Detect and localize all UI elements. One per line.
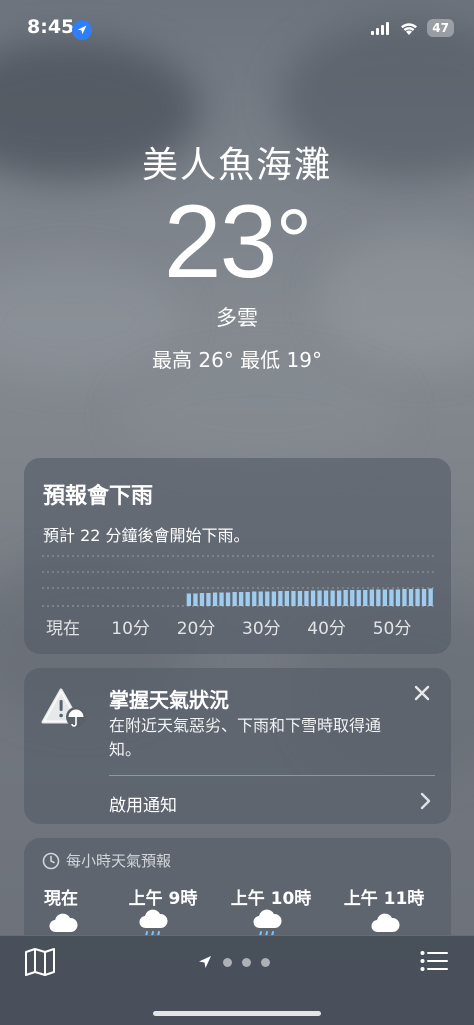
battery-indicator: 47 [427, 19, 454, 37]
status-bar: 8:45 47 [0, 0, 474, 56]
status-time: 8:45 [27, 16, 75, 38]
precipitation-bar [337, 590, 342, 606]
location-arrow-icon[interactable] [197, 954, 213, 970]
status-indicators: 47 [371, 19, 454, 37]
precipitation-bar [206, 593, 211, 606]
precipitation-bar [193, 593, 198, 606]
hour-label: 上午 9時 [128, 889, 198, 909]
precipitation-title: 預報會下雨 [43, 484, 154, 509]
x-tick-label: 50分 [372, 619, 412, 639]
cloud-icon [49, 913, 78, 933]
precipitation-bar [402, 589, 407, 606]
cloud-icon [371, 913, 400, 933]
page-control[interactable] [197, 954, 270, 970]
cellular-signal-icon [371, 22, 390, 35]
precipitation-bar [304, 591, 309, 606]
precipitation-bar [258, 591, 263, 606]
precipitation-bar [376, 589, 381, 606]
map-icon[interactable] [24, 948, 56, 976]
precipitation-bar [369, 589, 374, 606]
bottom-toolbar [0, 935, 474, 1025]
temperature-value: 23 [163, 184, 278, 300]
precipitation-bar [356, 590, 361, 606]
precipitation-bar [428, 588, 433, 606]
hour-label: 現在 [44, 889, 78, 909]
precipitation-bar [186, 593, 191, 606]
x-tick-label: 20分 [176, 619, 216, 639]
precipitation-bar [389, 589, 394, 606]
precipitation-bar [343, 590, 348, 606]
precipitation-bar [421, 589, 427, 606]
warning-umbrella-icon [41, 688, 86, 727]
weather-condition: 多雲 [216, 306, 258, 330]
precipitation-bar [395, 589, 401, 606]
current-weather: 美人魚海灘 23° 多雲 最高 26° 最低 19° [0, 130, 474, 373]
precipitation-bar [317, 590, 322, 606]
enable-notifications-button[interactable]: 啟用通知 [109, 791, 177, 816]
precipitation-chart [42, 555, 434, 607]
precipitation-description: 預計 22 分鐘後會開始下雨。 [43, 526, 250, 545]
degree-symbol: ° [275, 191, 312, 293]
page-dot[interactable] [242, 957, 251, 967]
severe-weather-notification-card[interactable]: 掌握天氣狀況 在附近天氣惡劣、下雨和下雪時取得通知。 啟用通知 [24, 668, 451, 824]
hourly-forecast-label: 每小時天氣預報 [66, 852, 172, 870]
precipitation-card[interactable]: 預報會下雨 預計 22 分鐘後會開始下雨。 現在 10分 20分 30分 40分 50分 [24, 458, 451, 654]
hourly-forecast-header: 每小時天氣預報 [42, 850, 171, 871]
precipitation-bar [252, 591, 257, 606]
precipitation-bar [297, 591, 303, 606]
precipitation-bar [284, 591, 289, 606]
hour-label: 上午 10時 [230, 889, 312, 909]
precipitation-bar [219, 592, 224, 606]
divider [109, 775, 435, 776]
list-icon[interactable] [420, 950, 448, 972]
precipitation-bar [278, 591, 283, 606]
precipitation-bar [323, 590, 329, 606]
x-tick-label: 10分 [111, 619, 150, 639]
precipitation-bar [382, 589, 387, 606]
current-temperature: 23° [0, 190, 474, 294]
precipitation-bar [271, 591, 276, 606]
clock-icon [42, 852, 60, 869]
precipitation-bar [363, 590, 368, 606]
precipitation-bar [408, 589, 414, 606]
precipitation-bar [245, 592, 250, 606]
precipitation-bar [350, 590, 355, 606]
precipitation-bar [212, 592, 218, 606]
precipitation-bar [330, 590, 335, 606]
page-dot[interactable] [261, 957, 270, 967]
x-tick-label: 現在 [46, 619, 80, 639]
location-name: 美人魚海灘 [141, 145, 332, 186]
hour-label: 上午 11時 [343, 889, 425, 909]
wifi-icon [401, 22, 418, 35]
notification-title: 掌握天氣狀況 [109, 688, 229, 712]
precipitation-bar [232, 592, 237, 606]
precipitation-bar [199, 593, 205, 606]
precipitation-bar [415, 589, 420, 606]
location-services-icon [72, 20, 92, 40]
notification-body: 在附近天氣惡劣、下雨和下雪時取得通知。 [109, 716, 382, 759]
home-indicator [153, 1011, 321, 1016]
precipitation-bar [310, 590, 316, 606]
high-low-temperature: 最高 26° 最低 19° [152, 348, 322, 372]
x-tick-label: 40分 [307, 619, 346, 639]
chevron-right-icon[interactable] [419, 792, 431, 810]
close-icon[interactable] [411, 682, 433, 704]
precipitation-bar [225, 592, 231, 606]
precipitation-bar [291, 591, 296, 606]
precipitation-bar [265, 591, 270, 606]
precipitation-x-axis: 現在 10分 20分 30分 40分 50分 [42, 614, 434, 639]
x-tick-label: 30分 [242, 619, 281, 639]
page-dot[interactable] [223, 957, 232, 967]
precipitation-bar [239, 592, 244, 606]
